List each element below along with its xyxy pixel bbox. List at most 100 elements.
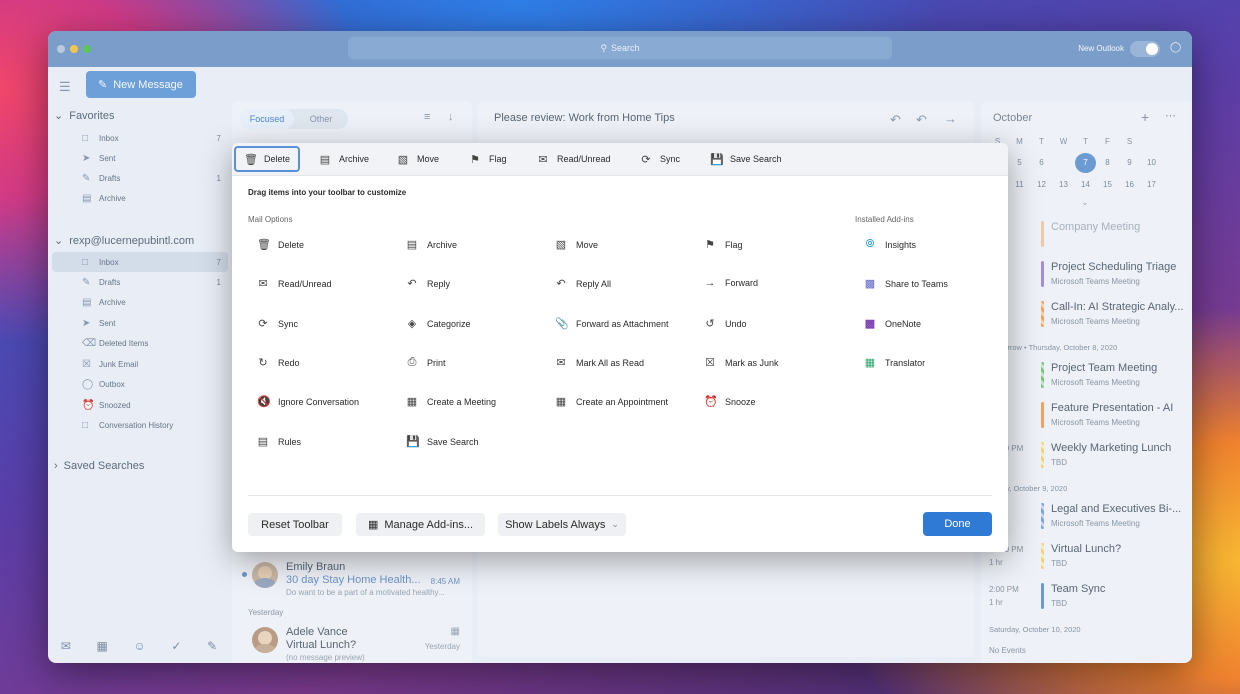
new-message-button[interactable]: ✎ New Message <box>86 71 196 98</box>
addin-translator[interactable]: ▦ Translator <box>864 356 925 369</box>
reply-all-icon[interactable]: ↶ <box>916 112 927 128</box>
toolbar-flag[interactable]: ⚑ Flag <box>461 146 515 172</box>
calendar-day[interactable]: 15 <box>1097 175 1118 195</box>
addin-onenote[interactable]: ▩ OneNote <box>864 317 921 330</box>
show-labels-select[interactable]: Show Labels Always ⌄ <box>498 513 626 536</box>
mail-icon[interactable]: ✉ <box>61 639 71 653</box>
option-create-appointment[interactable]: ▦ Create an Appointment <box>555 395 668 408</box>
calendar-day[interactable]: 9 <box>1119 153 1140 173</box>
option-delete[interactable]: 🗑 Delete <box>257 238 304 251</box>
close-window-button[interactable] <box>57 45 65 53</box>
folder-conversation-history[interactable]: □ Conversation History <box>52 415 228 435</box>
folder-sent[interactable]: ➤ Sent <box>52 313 228 333</box>
favorites-sent[interactable]: ➤ Sent <box>52 148 228 168</box>
toolbar-archive[interactable]: ▤ Archive <box>311 146 377 172</box>
folder-drafts[interactable]: ✎ Drafts 1 <box>52 272 228 292</box>
option-undo[interactable]: ↺ Undo <box>704 317 746 330</box>
calendar-event[interactable]: AM30mProject Team MeetingMicrosoft Teams… <box>981 358 1192 398</box>
calendar-icon[interactable]: ▦ <box>97 639 108 653</box>
folder-snoozed[interactable]: ⏰ Snoozed <box>52 395 228 415</box>
tasks-icon[interactable]: ✓ <box>171 639 181 653</box>
calendar-day[interactable]: 8 <box>1097 153 1118 173</box>
minimize-window-button[interactable] <box>70 45 78 53</box>
calendar-day[interactable]: 12 <box>1031 175 1052 195</box>
option-mark-as-junk[interactable]: ☒ Mark as Junk <box>704 356 778 369</box>
option-read-unread[interactable]: ✉ Read/Unread <box>257 277 331 290</box>
option-reply[interactable]: ↶ Reply <box>406 277 450 290</box>
saved-searches-header[interactable]: › Saved Searches <box>54 460 144 472</box>
addin-share-to-teams[interactable]: ▩ Share to Teams <box>864 277 948 290</box>
zoom-window-button[interactable] <box>83 45 91 53</box>
calendar-event[interactable]: AM30mCompany Meeting <box>981 217 1192 257</box>
calendar-day[interactable]: 10 <box>1141 153 1162 173</box>
forward-icon[interactable]: → <box>944 111 957 126</box>
option-reply-all[interactable]: ↶ Reply All <box>555 277 611 290</box>
more-icon[interactable]: ⋯ <box>1165 109 1176 122</box>
add-event-icon[interactable]: + <box>1141 109 1149 125</box>
option-move[interactable]: ▧ Move <box>555 238 598 251</box>
manage-addins-button[interactable]: ▦ Manage Add-ins... <box>356 513 485 536</box>
calendar-day[interactable]: 11 <box>1009 175 1030 195</box>
calendar-event[interactable]: PMhrCall-In: AI Strategic Analy...Micros… <box>981 297 1192 337</box>
option-redo[interactable]: ↻ Redo <box>257 356 299 369</box>
option-create-meeting[interactable]: ▦ Create a Meeting <box>406 395 496 408</box>
toolbar-read-unread[interactable]: ✉ Read/Unread <box>529 146 619 172</box>
folder-deleted-items[interactable]: ⌫ Deleted Items <box>52 333 228 353</box>
new-outlook-toggle[interactable] <box>1130 41 1160 57</box>
notes-icon[interactable]: ✎ <box>207 639 217 653</box>
calendar-event[interactable]: 2:00 PM 1 hr Team Sync TBD <box>981 579 1192 619</box>
option-forward[interactable]: → Forward <box>704 277 759 289</box>
hamburger-menu-icon[interactable]: ☰ <box>59 79 71 95</box>
reply-icon[interactable]: ↶ <box>890 112 901 128</box>
calendar-event[interactable]: AM30mFeature Presentation - AIMicrosoft … <box>981 398 1192 438</box>
option-mark-all-as-read[interactable]: ✉ Mark All as Read <box>555 356 644 369</box>
favorites-archive[interactable]: ▤ Archive <box>52 188 228 208</box>
option-rules[interactable]: ▤ Rules <box>257 435 301 448</box>
toolbar-delete[interactable]: 🗑 Delete <box>234 146 301 172</box>
option-sync[interactable]: ⟳ Sync <box>257 317 298 330</box>
option-archive[interactable]: ▤ Archive <box>406 238 457 251</box>
toolbar-save-search[interactable]: 💾 Save Search <box>702 146 790 172</box>
calendar-event[interactable]: 12:30 PMhrWeekly Marketing LunchTBD <box>981 438 1192 478</box>
toolbar-move[interactable]: ▧ Move <box>389 146 447 172</box>
option-forward-as-attachment[interactable]: 📎 Forward as Attachment <box>555 317 669 330</box>
calendar-day[interactable]: 6 <box>1031 153 1052 173</box>
favorites-drafts[interactable]: ✎ Drafts 1 <box>52 168 228 188</box>
people-icon[interactable]: ☺ <box>134 639 146 653</box>
option-categorize[interactable]: ◈ Categorize <box>406 317 471 330</box>
reset-toolbar-button[interactable]: Reset Toolbar <box>248 513 342 536</box>
account-header[interactable]: ⌄ rexp@lucernepubintl.com <box>54 234 194 248</box>
favorites-inbox[interactable]: □ Inbox 7 <box>52 128 228 148</box>
calendar-event[interactable]: 12:30 PM1 hrVirtual Lunch?TBD <box>981 539 1192 579</box>
option-snooze[interactable]: ⏰ Snooze <box>704 395 756 408</box>
option-ignore-conversation[interactable]: 🔇 Ignore Conversation <box>257 395 359 408</box>
expand-calendar-icon[interactable]: ⌄ <box>1081 197 1089 208</box>
search-field[interactable]: ⚲ Search <box>348 37 892 59</box>
calendar-event[interactable]: AM30mLegal and Executives Bi-...Microsof… <box>981 499 1192 539</box>
done-button[interactable]: Done <box>923 512 992 536</box>
filter-icon[interactable]: ≡ <box>424 111 430 123</box>
sort-icon[interactable]: ↓ <box>448 111 454 123</box>
tab-focused[interactable]: Focused <box>240 109 294 129</box>
calendar-day[interactable]: 14 <box>1075 175 1096 195</box>
option-save-search[interactable]: 💾 Save Search <box>406 435 479 448</box>
folder-junk-email[interactable]: ☒ Junk Email <box>52 354 228 374</box>
folder-outbox[interactable]: ◯ Outbox <box>52 374 228 394</box>
option-flag[interactable]: ⚑ Flag <box>704 238 742 251</box>
calendar-day[interactable]: 16 <box>1119 175 1140 195</box>
calendar-event[interactable]: PM30mProject Scheduling TriageMicrosoft … <box>981 257 1192 297</box>
toolbar-sync[interactable]: ⟳ Sync <box>632 146 688 172</box>
tab-other[interactable]: Other <box>294 109 348 129</box>
folder-archive[interactable]: ▤ Archive <box>52 292 228 312</box>
list-item[interactable]: Adele Vance ▦ Virtual Lunch? Yesterday (… <box>232 621 472 663</box>
option-print[interactable]: ⎙ Print <box>406 356 446 369</box>
calendar-day-today[interactable]: 7 <box>1075 153 1096 173</box>
calendar-day[interactable]: 5 <box>1009 153 1030 173</box>
list-item[interactable]: Emily Braun 30 day Stay Home Health... 8… <box>232 556 472 606</box>
folder-inbox[interactable]: □ Inbox 7 <box>52 252 228 272</box>
calendar-day[interactable]: 17 <box>1141 175 1162 195</box>
calendar-day[interactable]: 13 <box>1053 175 1074 195</box>
feedback-icon[interactable]: ◯ <box>1170 42 1182 53</box>
addin-insights[interactable]: ⦾ Insights <box>864 238 916 251</box>
favorites-header[interactable]: ⌄ Favorites <box>54 109 114 123</box>
